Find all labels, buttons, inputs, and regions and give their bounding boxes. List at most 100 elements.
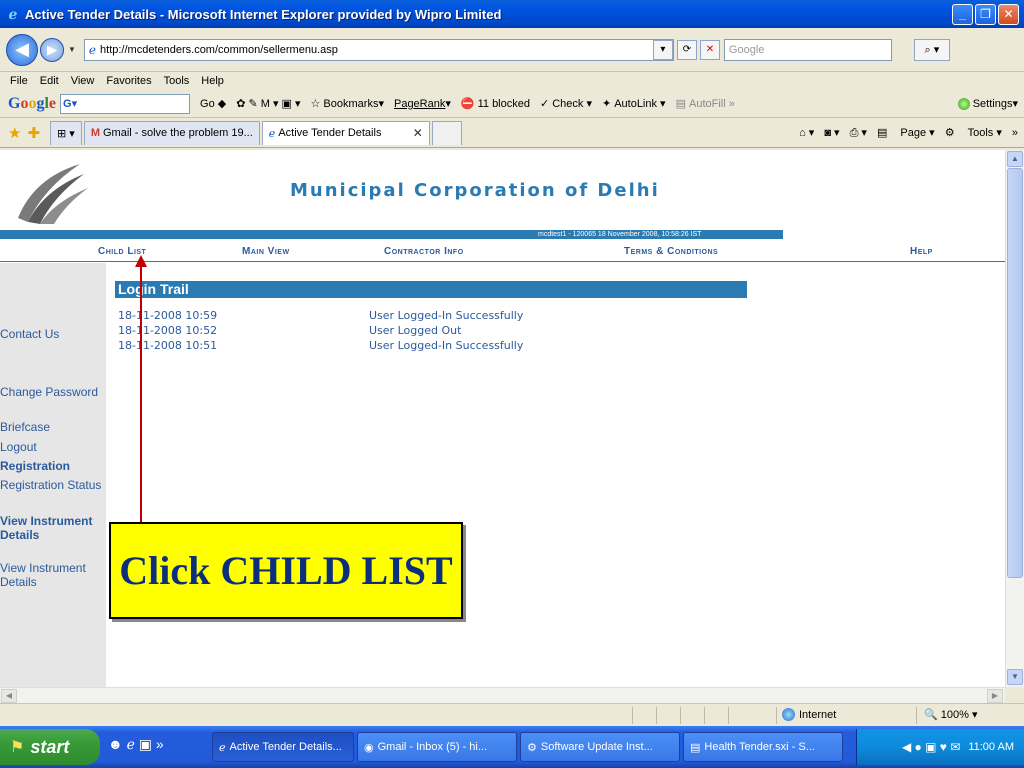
feeds-icon[interactable]: ◙ ▾ [824, 126, 839, 139]
search-input[interactable]: Google [723, 38, 892, 61]
callout-text: Click CHILD LIST [119, 548, 453, 593]
autolink-icon: ✦ [601, 98, 612, 110]
trail-time: 18-11-2008 10:51 [118, 339, 218, 352]
autofill-icon: ▤ [675, 98, 686, 110]
add-favorite-icon[interactable]: ✚ [27, 124, 40, 142]
address-bar: ◀ ▶ ▼ ℯ http://mcdetenders.com/common/se… [0, 28, 1024, 72]
quick-launch[interactable]: ☻ ℯ ▣ » [108, 736, 164, 753]
chrome-icon: ◉ [364, 741, 374, 754]
sidebar-view-instrument-heading[interactable]: View Instrument Details [0, 514, 104, 542]
refresh-icon[interactable]: ⟳ [676, 39, 697, 60]
tab-gmail[interactable]: M Gmail - solve the problem 19... [83, 120, 260, 145]
bookmarks-button[interactable]: ☆ Bookmarks ▾ [310, 97, 384, 111]
update-icon: ⚙ [527, 741, 537, 754]
trail-message: User Logged-In Successfully [369, 339, 524, 352]
close-tab-icon[interactable]: ✕ [413, 126, 423, 140]
scroll-left-icon[interactable]: ◀ [1, 689, 17, 703]
clock: 11:00 AM [968, 741, 1014, 753]
tray-icons[interactable]: ◀ ● ▣ ♥ ✉ [902, 740, 960, 754]
stop-icon[interactable]: ✕ [699, 39, 720, 60]
title-bar: ℯ Active Tender Details - Microsoft Inte… [0, 0, 1024, 28]
star-icon: ☆ [310, 98, 321, 110]
maximize-button[interactable]: ❐ [975, 3, 996, 25]
security-zone: Internet [782, 708, 836, 721]
url-field[interactable]: ℯ http://mcdetenders.com/common/sellerme… [83, 38, 674, 61]
trail-time: 18-11-2008 10:52 [118, 324, 218, 337]
chevron-icon[interactable]: » [1012, 127, 1018, 139]
menu-file[interactable]: File [10, 75, 28, 87]
sidebar-contact-us[interactable]: Contact Us [0, 327, 104, 341]
login-trail-header: Login Trail [115, 281, 747, 298]
menu-help[interactable]: Help [201, 75, 224, 87]
home-icon[interactable]: ⌂ ▾ [799, 126, 814, 139]
ie-task-icon: ℯ [219, 741, 226, 754]
url-dropdown-icon[interactable]: ▾ [652, 39, 673, 60]
scroll-thumb[interactable] [1007, 168, 1023, 578]
scroll-down-icon[interactable]: ▼ [1007, 669, 1023, 685]
back-icon[interactable]: ◀ [6, 33, 38, 66]
google-search-input[interactable]: G▾ [60, 93, 191, 114]
minimize-button[interactable]: _ [952, 3, 973, 25]
autolink-button[interactable]: ✦ AutoLink ▾ [601, 97, 666, 111]
google-go-button[interactable]: Go ◆ [200, 97, 226, 111]
google-toolbar: Google G▾ Go ◆ ✿ ✎ M ▾ ▣ ▾ ☆ Bookmarks ▾ P… [0, 90, 1024, 118]
scroll-right-icon[interactable]: ▶ [987, 689, 1003, 703]
settings-button[interactable]: Settings ▾ [957, 97, 1018, 110]
trail-message: User Logged-In Successfully [369, 309, 524, 322]
vertical-scrollbar[interactable]: ▲ ▼ [1005, 150, 1024, 687]
sidebar-change-password[interactable]: Change Password [0, 385, 104, 399]
sidebar-briefcase[interactable]: Briefcase [0, 420, 104, 434]
pagerank-button[interactable]: PageRank ▾ [394, 97, 451, 111]
horizontal-scrollbar[interactable]: ◀ ▶ [0, 687, 1005, 703]
settings-icon [957, 97, 970, 110]
tab-active-tender[interactable]: ℯ Active Tender Details ✕ [261, 120, 430, 145]
close-button[interactable]: ✕ [998, 3, 1019, 25]
task-gmail[interactable]: ◉ Gmail - Inbox (5) - hi... [357, 732, 517, 762]
nav-contractor-info[interactable]: Contractor Info [384, 246, 464, 257]
start-button[interactable]: ⚑ start [0, 729, 100, 765]
ie-tab-icon: ℯ [268, 127, 276, 140]
mcd-logo [18, 164, 88, 224]
system-tray: ◀ ● ▣ ♥ ✉ 11:00 AM [856, 729, 1024, 765]
menu-favorites[interactable]: Favorites [106, 75, 151, 87]
check-icon: ✓ [539, 98, 550, 110]
trail-message: User Logged Out [369, 324, 462, 337]
sidebar-registration[interactable]: Registration [0, 459, 104, 473]
tools-menu[interactable]: ⚙ Tools ▾ [945, 126, 1002, 139]
print-icon[interactable]: ⎙ ▾ [850, 126, 867, 140]
command-bar: ⌂ ▾ ◙ ▾ ⎙ ▾ ▤ Page ▾ ⚙ Tools ▾ » [789, 126, 1018, 140]
menu-view[interactable]: View [71, 75, 95, 87]
task-active-tender[interactable]: ℯ Active Tender Details... [212, 732, 354, 762]
sidebar-registration-status[interactable]: Registration Status [0, 478, 104, 492]
zoom-level[interactable]: 🔍 100% ▾ [924, 708, 977, 721]
sidebar-view-instrument-details[interactable]: View Instrument Details [0, 561, 104, 589]
popup-blocker-button[interactable]: ⛔ 11 blocked [460, 97, 530, 111]
org-title: Municipal Corporation of Delhi [290, 180, 660, 201]
favorites-star-icon[interactable]: ★ [8, 124, 21, 142]
scroll-up-icon[interactable]: ▲ [1007, 151, 1023, 167]
sidebar-logout[interactable]: Logout [0, 440, 104, 454]
menu-edit[interactable]: Edit [40, 75, 59, 87]
spellcheck-button[interactable]: ✓ Check ▾ [539, 97, 592, 111]
page-menu[interactable]: ▤ Page ▾ [877, 126, 935, 139]
top-nav: Child List Main View Contractor Info Ter… [0, 240, 1005, 262]
task-software-update[interactable]: ⚙ Software Update Inst... [520, 732, 680, 762]
nav-main-view[interactable]: Main View [242, 246, 290, 257]
blocker-icon: ⛔ [460, 98, 475, 110]
nav-help[interactable]: Help [910, 246, 933, 257]
nav-terms-conditions[interactable]: Terms & Conditions [624, 246, 718, 257]
quick-tabs-button[interactable]: ⊞ ▾ [50, 120, 82, 145]
session-info: mcdtest1 - 120065 18 November 2008, 10:5… [538, 231, 702, 238]
toolbar-icons[interactable]: ✿ ✎ M ▾ ▣ ▾ [236, 97, 300, 110]
sidebar: Contact Us Change Password Briefcase Log… [0, 263, 106, 687]
task-health-tender[interactable]: ▤ Health Tender.sxi - S... [683, 732, 843, 762]
search-icon[interactable]: ⌕ ▾ [913, 38, 950, 61]
menu-tools[interactable]: Tools [164, 75, 190, 87]
forward-icon[interactable]: ▶ [40, 37, 64, 62]
new-tab-button[interactable] [431, 120, 462, 145]
status-bar: Internet 🔍 100% ▾ [0, 703, 1024, 726]
autofill-button[interactable]: ▤ AutoFill » [675, 97, 735, 111]
instruction-callout: Click CHILD LIST [109, 522, 463, 619]
globe-icon [782, 708, 795, 721]
history-dropdown-icon[interactable]: ▼ [68, 45, 76, 54]
